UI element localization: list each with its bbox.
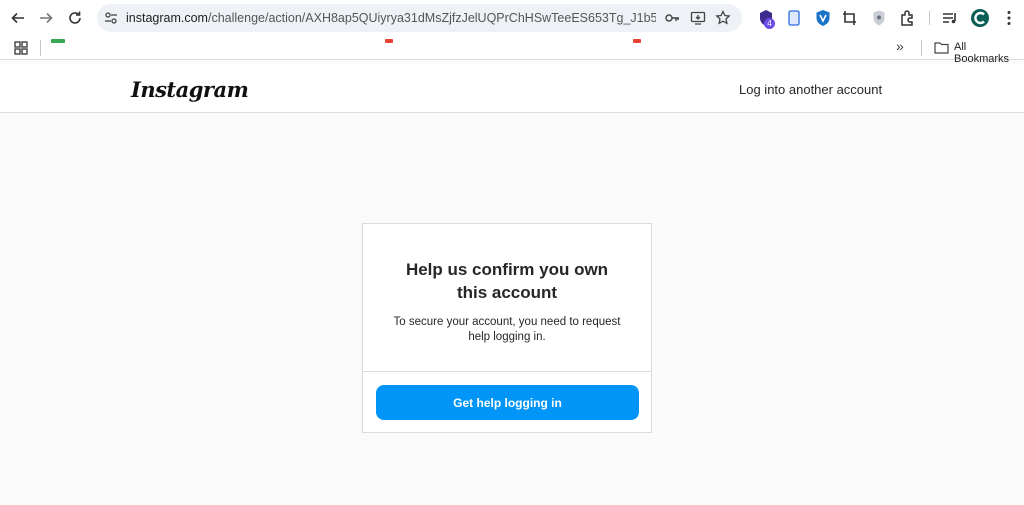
toolbar-separator bbox=[929, 11, 930, 25]
card-description: To secure your account, you need to requ… bbox=[393, 316, 621, 343]
star-icon[interactable] bbox=[715, 10, 731, 26]
bookmarks-separator bbox=[921, 40, 922, 56]
reload-icon bbox=[69, 11, 81, 24]
forward-button[interactable] bbox=[32, 4, 60, 32]
card-title: Help us confirm you own this account bbox=[405, 260, 609, 302]
all-bookmarks-link[interactable]: All Bookmarks bbox=[954, 41, 1024, 65]
vpn-shield-icon[interactable] bbox=[814, 9, 832, 27]
bookmark-favicon[interactable] bbox=[633, 39, 641, 43]
bookmark-favicon[interactable] bbox=[51, 39, 65, 43]
get-help-logging-in-button[interactable]: Get help logging in bbox=[376, 385, 639, 420]
address-bar[interactable]: instagram.com/challenge/action/AXH8ap5QU… bbox=[97, 4, 742, 32]
url-text[interactable]: instagram.com/challenge/action/AXH8ap5QU… bbox=[126, 11, 656, 25]
privacy-shield-icon[interactable] bbox=[870, 9, 888, 27]
bookmarks-separator bbox=[40, 40, 41, 56]
instagram-logo[interactable]: Instagram bbox=[131, 77, 249, 102]
extensions-icon[interactable] bbox=[899, 9, 917, 27]
profile-avatar-icon[interactable] bbox=[970, 8, 990, 28]
screenshot-crop-icon[interactable] bbox=[841, 9, 859, 27]
card-divider bbox=[363, 371, 651, 372]
media-queue-icon[interactable] bbox=[941, 9, 959, 27]
site-info-icon[interactable] bbox=[103, 10, 119, 26]
document-extension-icon[interactable] bbox=[785, 9, 803, 27]
apps-icon[interactable] bbox=[14, 41, 28, 55]
bookmarks-overflow-button[interactable]: » bbox=[896, 38, 904, 54]
log-into-another-account-link[interactable]: Log into another account bbox=[739, 82, 882, 97]
url-path: /challenge/action/AXH8ap5QUiyrya31dMsZjf… bbox=[207, 11, 656, 25]
instagram-header: Instagram Log into another account bbox=[0, 64, 1024, 113]
challenge-card: Help us confirm you own this account To … bbox=[362, 223, 652, 433]
extension-badge: 4 bbox=[764, 18, 775, 29]
folder-icon[interactable] bbox=[934, 41, 949, 54]
menu-icon[interactable] bbox=[1000, 9, 1018, 27]
bookmark-favicon[interactable] bbox=[385, 39, 393, 43]
browser-toolbar: instagram.com/challenge/action/AXH8ap5QU… bbox=[0, 0, 1024, 36]
bookmarks-bar: » All Bookmarks bbox=[0, 36, 1024, 65]
back-icon bbox=[11, 12, 24, 24]
back-button[interactable] bbox=[4, 4, 32, 32]
forward-icon bbox=[40, 12, 53, 24]
password-key-icon[interactable] bbox=[664, 10, 680, 26]
cast-icon[interactable] bbox=[690, 10, 706, 26]
reload-button[interactable] bbox=[61, 4, 89, 32]
url-domain: instagram.com bbox=[126, 11, 208, 25]
